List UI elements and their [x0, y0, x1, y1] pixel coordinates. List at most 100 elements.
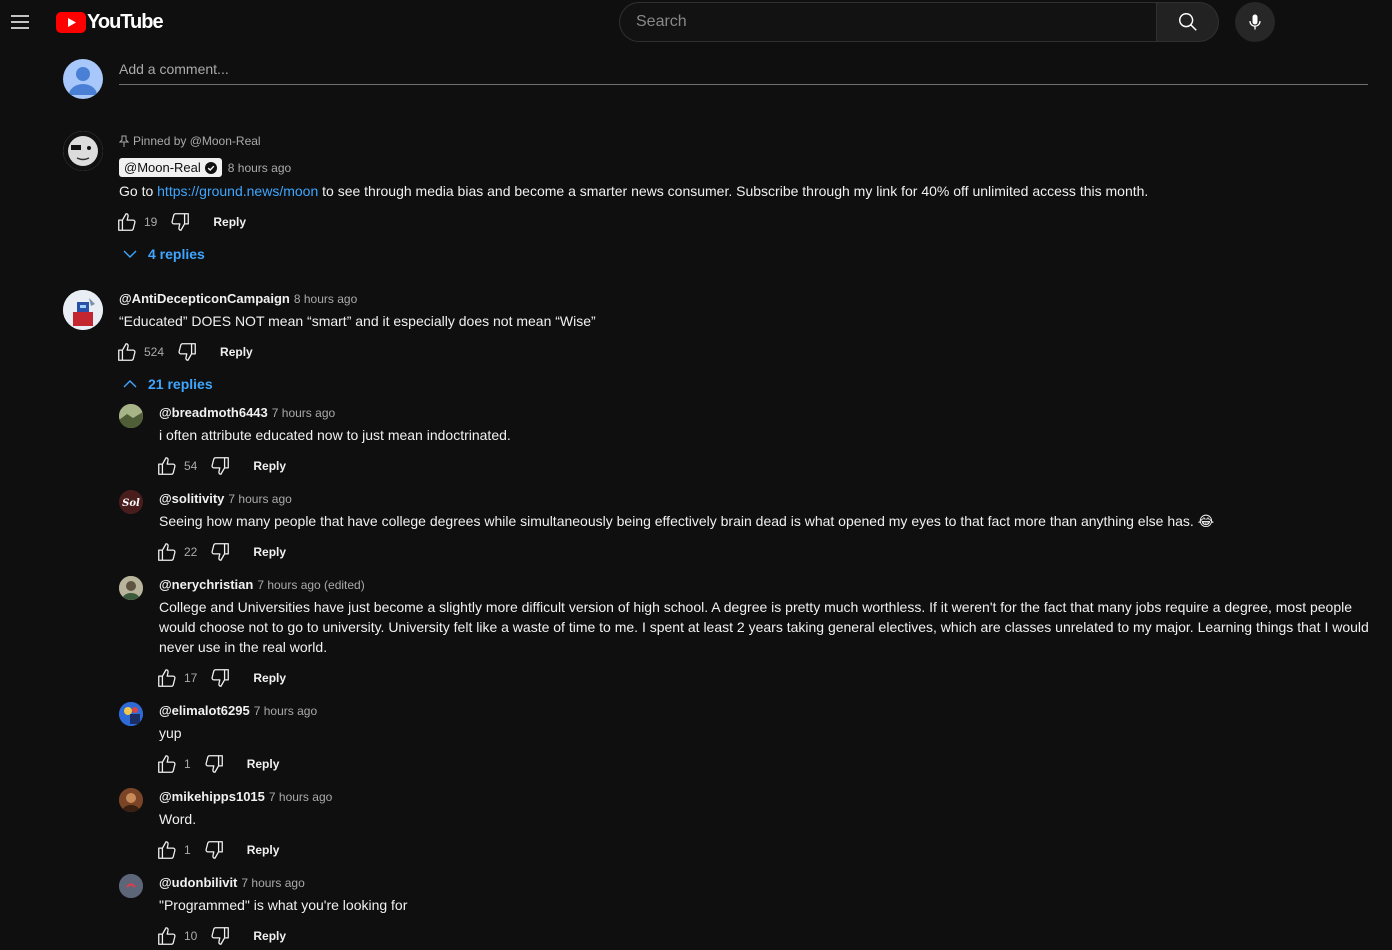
avatar[interactable]: Sol: [119, 490, 143, 514]
like-count: 1: [184, 757, 191, 771]
author-name[interactable]: @solitivity: [159, 491, 224, 506]
hide-replies-button[interactable]: 21 replies: [122, 376, 213, 392]
like-button[interactable]: 1: [156, 839, 191, 861]
reply-header: @mikehipps1015 7 hours ago: [159, 789, 332, 804]
reply-time[interactable]: 7 hours ago: [228, 492, 291, 506]
verified-check-icon: [204, 161, 217, 174]
reply-button[interactable]: Reply: [253, 671, 286, 685]
svg-text:Sol: Sol: [122, 498, 140, 509]
like-button[interactable]: 1: [156, 753, 191, 775]
reply-time[interactable]: 7 hours ago: [269, 790, 332, 804]
avatar[interactable]: [119, 404, 143, 428]
person-avatar-icon: [119, 576, 143, 600]
reply-time[interactable]: 7 hours ago: [272, 406, 335, 420]
avatar[interactable]: [119, 874, 143, 898]
dislike-button[interactable]: [176, 341, 198, 363]
like-button[interactable]: 54: [156, 455, 197, 477]
thumbs-up-icon: [158, 457, 176, 475]
dislike-button[interactable]: [209, 455, 231, 477]
thumbs-down-icon: [178, 343, 196, 361]
sol-avatar-icon: Sol: [119, 490, 143, 514]
hamburger-menu-icon: [11, 15, 29, 29]
search-input[interactable]: [619, 2, 1156, 42]
avatar: [63, 59, 103, 99]
author-name[interactable]: @nerychristian: [159, 577, 253, 592]
chevron-down-icon: [123, 250, 137, 258]
thumbs-up-icon: [158, 927, 176, 945]
avatar[interactable]: [119, 576, 143, 600]
thumbs-down-icon: [205, 755, 223, 773]
reply-header: @udonbilivit 7 hours ago: [159, 875, 305, 890]
reply-header: @solitivity 7 hours ago: [159, 491, 292, 506]
thumbs-up-icon: [158, 669, 176, 687]
comment-header: @AntiDecepticonCampaign 8 hours ago: [119, 291, 357, 306]
thumbs-down-icon: [171, 213, 190, 231]
avatar[interactable]: [63, 290, 103, 330]
reply-header: @breadmoth6443 7 hours ago: [159, 405, 335, 420]
reply-button[interactable]: Reply: [220, 345, 253, 359]
author-name[interactable]: @AntiDecepticonCampaign: [119, 291, 290, 306]
reply-button[interactable]: Reply: [213, 215, 246, 229]
author-name[interactable]: @udonbilivit: [159, 875, 237, 890]
reply-time[interactable]: 7 hours ago: [254, 704, 317, 718]
like-button[interactable]: 10: [156, 925, 197, 947]
masthead: YouTube: [0, 0, 1392, 44]
reply-actions: 17 Reply: [156, 666, 286, 690]
avatar[interactable]: [63, 131, 103, 171]
robot-avatar-icon: [63, 290, 103, 330]
comment-text-before: Go to: [119, 183, 158, 199]
reply-actions: 10 Reply: [156, 924, 286, 948]
author-name[interactable]: @elimalot6295: [159, 703, 250, 718]
dislike-button[interactable]: [209, 541, 231, 563]
youtube-logo[interactable]: YouTube: [56, 11, 164, 33]
view-replies-button[interactable]: 4 replies: [122, 246, 205, 262]
avatar[interactable]: [119, 702, 143, 726]
dislike-button[interactable]: [169, 211, 191, 233]
reply-text: Seeing how many people that have college…: [159, 513, 1215, 529]
dislike-button[interactable]: [203, 839, 225, 861]
reply-button[interactable]: Reply: [247, 757, 280, 771]
dislike-button[interactable]: [209, 925, 231, 947]
reply-actions: 22 Reply: [156, 540, 286, 564]
like-button[interactable]: 17: [156, 667, 197, 689]
reply-button[interactable]: Reply: [253, 929, 286, 943]
author-name[interactable]: @breadmoth6443: [159, 405, 268, 420]
avatar[interactable]: [119, 788, 143, 812]
like-button[interactable]: 22: [156, 541, 197, 563]
reply-button[interactable]: Reply: [247, 843, 280, 857]
abstract-avatar-icon: [119, 874, 143, 898]
voice-search-button[interactable]: [1235, 2, 1275, 42]
dislike-button[interactable]: [209, 667, 231, 689]
thumbs-down-icon: [211, 927, 230, 945]
comment-time[interactable]: 8 hours ago: [228, 161, 291, 175]
reply-button[interactable]: Reply: [253, 545, 286, 559]
author-badge[interactable]: @Moon-Real: [119, 158, 222, 177]
author-name: @Moon-Real: [124, 160, 201, 175]
comment-link[interactable]: https://ground.news/moon: [157, 183, 318, 199]
reply-time[interactable]: 7 hours ago (edited): [257, 578, 364, 592]
search-icon: [1178, 13, 1197, 31]
dislike-button[interactable]: [203, 753, 225, 775]
thumbs-up-icon: [118, 343, 136, 361]
pin-icon: [119, 135, 129, 147]
comment-time[interactable]: 8 hours ago: [294, 292, 357, 306]
like-button[interactable]: 19: [116, 211, 157, 233]
comment-actions: 524 Reply: [116, 340, 253, 364]
reply-time[interactable]: 7 hours ago: [241, 876, 304, 890]
search-button[interactable]: [1156, 2, 1219, 42]
add-comment-input[interactable]: Add a comment...: [119, 59, 1368, 85]
thumbs-up-icon: [118, 213, 136, 231]
reply-text: "Programmed" is what you're looking for: [159, 897, 408, 913]
microphone-icon: [1249, 14, 1261, 30]
reply-actions: 1 Reply: [156, 838, 279, 862]
like-count: 17: [184, 671, 198, 685]
reply-button[interactable]: Reply: [253, 459, 286, 473]
replies-count-label: 4 replies: [148, 246, 205, 262]
reply-header: @nerychristian 7 hours ago (edited): [159, 577, 365, 592]
reply-text: Word.: [159, 811, 197, 827]
menu-button[interactable]: [8, 10, 32, 34]
like-count: 1: [184, 843, 191, 857]
moon-avatar-icon: [63, 131, 103, 171]
like-button[interactable]: 524: [116, 341, 164, 363]
author-name[interactable]: @mikehipps1015: [159, 789, 265, 804]
